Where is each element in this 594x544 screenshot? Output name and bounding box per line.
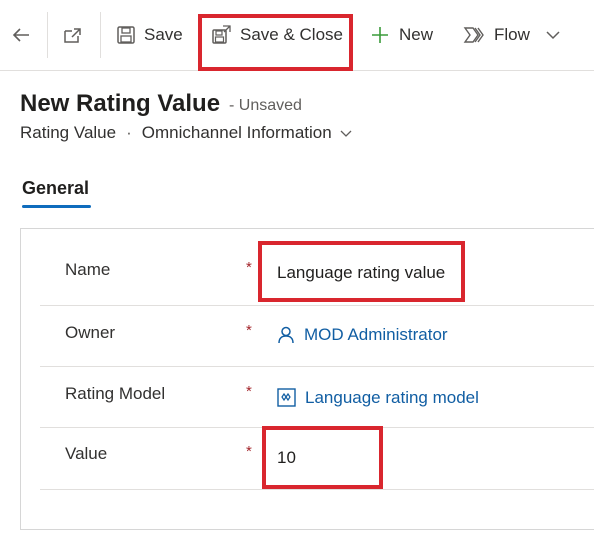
back-button[interactable] — [10, 0, 32, 70]
form-name: Omnichannel Information — [141, 123, 332, 142]
plus-icon — [372, 27, 388, 43]
rating-model-value: Language rating model — [305, 387, 479, 407]
save-icon — [117, 26, 135, 44]
required-indicator: * — [246, 322, 252, 339]
new-button[interactable]: New — [370, 0, 433, 70]
required-indicator: * — [246, 383, 252, 400]
entity-name: Rating Value — [20, 123, 117, 142]
owner-label: Owner — [65, 323, 116, 342]
more-commands-button[interactable] — [544, 0, 562, 70]
breadcrumb: Rating Value · Omnichannel Information — [20, 123, 353, 143]
chevron-down-icon — [340, 130, 352, 137]
rating-model-label: Rating Model — [65, 384, 166, 403]
save-status: - Unsaved — [229, 97, 302, 114]
person-icon — [278, 326, 294, 344]
owner-lookup[interactable]: MOD Administrator — [276, 325, 448, 345]
highlight-name — [258, 241, 465, 302]
name-label: Name — [65, 260, 111, 279]
required-indicator: * — [246, 443, 252, 460]
entity-icon — [277, 388, 296, 407]
page-title: New Rating Value — [20, 90, 221, 117]
back-arrow-icon — [12, 28, 29, 42]
value-label: Value — [65, 444, 108, 463]
flow-button[interactable]: Flow — [463, 0, 530, 70]
form-selector[interactable]: Omnichannel Information — [142, 123, 353, 143]
tab-general[interactable]: General — [22, 178, 89, 199]
save-label: Save — [144, 25, 183, 44]
highlight-value — [262, 426, 383, 489]
flow-label: Flow — [494, 25, 530, 44]
new-label: New — [399, 25, 434, 44]
tab-selected-indicator — [22, 205, 91, 208]
required-indicator: * — [246, 259, 252, 276]
flow-icon — [463, 27, 484, 43]
chevron-down-icon — [546, 31, 560, 40]
open-in-new-window-icon — [64, 28, 81, 43]
rating-model-lookup[interactable]: Language rating model — [276, 387, 479, 408]
separator-dot: · — [126, 123, 132, 142]
owner-value: MOD Administrator — [304, 325, 448, 344]
open-in-new-window-button[interactable] — [62, 0, 84, 70]
save-button[interactable]: Save — [116, 0, 183, 70]
highlight-save-close — [198, 14, 353, 71]
